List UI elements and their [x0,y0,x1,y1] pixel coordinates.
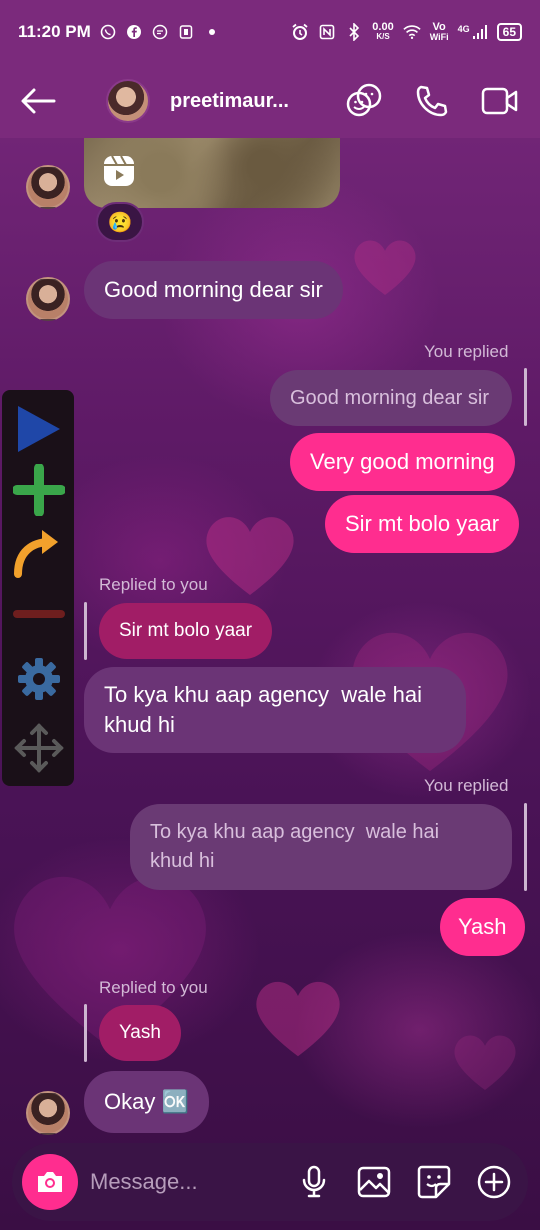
chat-theme-button[interactable] [344,81,384,121]
message-line: khud hi [150,850,215,872]
network-speed: 0.00 K/S [372,22,393,42]
network-speed-value: 0.00 [372,21,394,33]
minus-icon [13,610,65,618]
message-app-icon [151,23,169,41]
play-icon [18,406,60,452]
plus-circle-icon [477,1165,511,1199]
heart-decoration-icon [206,517,294,595]
outgoing-message[interactable]: Yash [440,898,525,956]
plus-icon [13,464,65,516]
sender-avatar[interactable] [26,1091,70,1135]
message-reaction[interactable]: 😢 [96,202,144,242]
message-line: khud hi [104,712,175,737]
incoming-message[interactable]: Okay 🆗 [84,1071,209,1133]
gear-icon [18,658,60,700]
sticker-icon [417,1165,451,1199]
curved-arrow-icon [14,530,58,578]
cellular-signal-icon: 4G [458,24,488,40]
move-arrows-icon [14,723,64,773]
play-button[interactable] [12,402,66,456]
you-replied-label: You replied [424,342,509,361]
sender-avatar[interactable] [26,165,70,209]
wifi-call-label: WiFi [429,32,449,42]
replied-to-you-label: Replied to you [99,978,208,997]
camera-button[interactable] [22,1154,78,1210]
network-type-label: 4G [457,24,470,34]
quote-bar [524,368,527,426]
more-notifications-dot-icon [203,23,221,41]
volte-label: Vo [432,21,446,33]
app-notification-icon [177,23,195,41]
camera-icon [38,1172,62,1192]
vowifi-indicator: Vo WiFi [429,21,449,43]
replied-to-you-label: Replied to you [99,575,208,594]
quote-bar [84,602,87,660]
voice-message-button[interactable] [296,1164,332,1200]
quoted-message[interactable]: Sir mt bolo yaar [99,603,273,659]
network-speed-unit: K/S [376,32,390,41]
sender-avatar[interactable] [26,277,70,321]
gallery-button[interactable] [356,1164,392,1200]
more-options-button[interactable] [476,1164,512,1200]
video-call-button[interactable] [480,81,520,121]
image-icon [357,1166,391,1198]
voice-call-button[interactable] [412,81,452,121]
floating-automation-toolbar [2,390,74,786]
incoming-message[interactable]: To kya khu aap agency wale hai khud hi [84,667,466,753]
sticker-button[interactable] [416,1164,452,1200]
chat-header: preetimaur... [0,64,540,138]
alarm-icon [291,23,309,41]
battery-indicator: 65 [496,23,522,41]
shared-reel-preview[interactable] [84,138,340,208]
arrow-left-icon [21,88,56,114]
nfc-icon [318,23,336,41]
heart-decoration-icon [354,240,416,295]
heart-decoration-icon [454,1035,516,1090]
you-replied-label: You replied [424,776,509,795]
heart-decoration-icon [256,981,340,1057]
quote-bar [524,803,527,891]
incoming-message[interactable]: Good morning dear sir [84,261,343,319]
move-handle[interactable] [12,722,66,774]
sticker-faces-icon [346,83,382,117]
message-line: To kya khu aap agency wale hai [104,682,422,707]
outgoing-message[interactable]: Very good morning [290,433,515,491]
phone-icon [416,85,448,117]
video-camera-icon [481,87,518,115]
quote-bar [84,1004,87,1062]
bluetooth-icon [345,23,363,41]
status-bar: 11:20 PM 0.00 K/S Vo WiFi 4G 65 [0,0,540,64]
redo-button[interactable] [12,528,66,578]
contact-username[interactable]: preetimaur... [170,90,298,113]
facebook-icon [125,23,143,41]
message-composer [12,1143,528,1221]
message-line: To kya khu aap agency wale hai [150,821,440,843]
whatsapp-icon [99,23,117,41]
wifi-icon [403,23,421,41]
back-button[interactable] [20,79,64,123]
add-button[interactable] [12,464,66,516]
quoted-message[interactable]: To kya khu aap agency wale hai khud hi [130,804,512,890]
message-input[interactable] [90,1160,280,1204]
microphone-icon [302,1165,326,1198]
settings-button[interactable] [12,656,66,702]
reel-icon [104,155,134,186]
quoted-message[interactable]: Yash [99,1005,181,1061]
remove-button[interactable] [12,606,66,622]
outgoing-message[interactable]: Sir mt bolo yaar [325,495,520,553]
contact-avatar[interactable] [106,79,150,123]
status-time: 11:20 PM [18,22,91,41]
quoted-message[interactable]: Good morning dear sir [270,370,512,426]
